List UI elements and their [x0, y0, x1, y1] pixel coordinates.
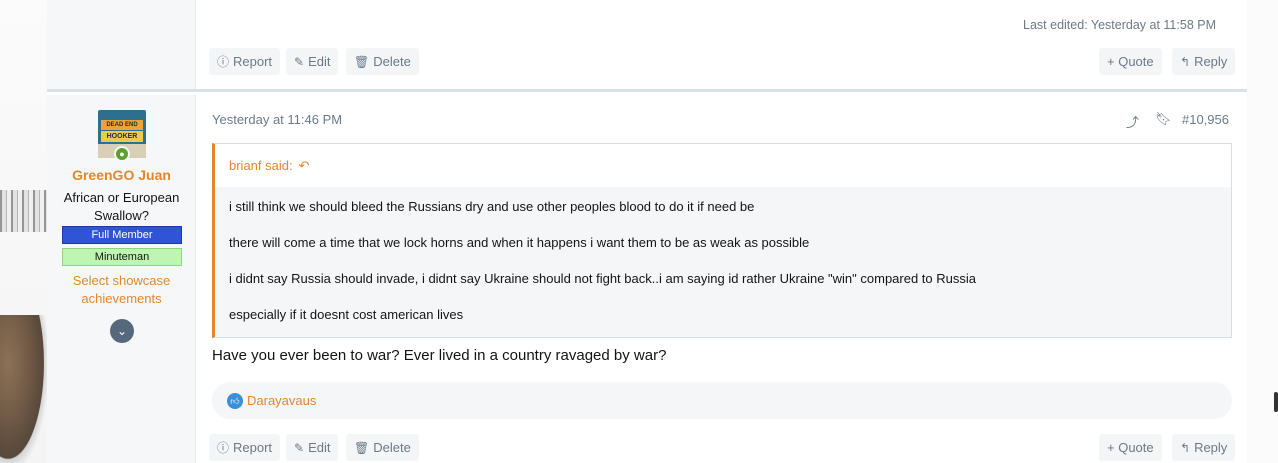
bookmark-icon[interactable]: 🔖︎ [1155, 111, 1172, 127]
previous-post: Last edited: Yesterday at 11:58 PM ⓘ Rep… [47, 0, 1247, 92]
report-button[interactable]: ⓘ Report [209, 434, 281, 461]
return-arrow-icon: ↶ [298, 157, 310, 173]
edit-icon: ✎ [294, 54, 305, 69]
quote-button[interactable]: + Quote [1099, 434, 1162, 461]
quote-author: brianf said: [229, 158, 293, 173]
reply-label: Reply [1194, 440, 1228, 455]
chevron-down-icon: ⌄ [116, 324, 128, 338]
reaction-users[interactable]: Darayavaus [247, 393, 316, 408]
report-icon: ⓘ [217, 441, 230, 455]
quote-body: i still think we should bleed the Russia… [215, 187, 1231, 324]
report-icon: ⓘ [217, 55, 230, 69]
quote-line: i still think we should bleed the Russia… [229, 199, 755, 214]
delete-label: Delete [373, 440, 411, 455]
quote-label: + Quote [1107, 54, 1154, 69]
edit-label: Edit [308, 54, 331, 69]
user-cell: DEAD END HOOKER ● GreenGO Juan African o… [47, 95, 196, 463]
quote-line: there will come a time that we lock horn… [229, 235, 810, 250]
last-edited-text: Last edited: Yesterday at 11:58 PM [1023, 18, 1216, 32]
edit-button[interactable]: ✎ Edit [286, 434, 339, 461]
online-status-icon: ● [114, 146, 130, 162]
scroll-edge-mark [1274, 392, 1278, 412]
trash-icon: 🗑 [354, 54, 370, 69]
user-title: African or European Swallow? [63, 190, 180, 223]
edit-icon: ✎ [294, 440, 305, 455]
showcase-achievements-link[interactable]: Select showcase achievements [57, 272, 186, 308]
quote-label: + Quote [1107, 440, 1154, 455]
background-trees [0, 190, 47, 232]
delete-label: Delete [373, 54, 411, 69]
post-timestamp[interactable]: Yesterday at 11:46 PM [212, 112, 342, 127]
share-icon[interactable]: ⤴ [1126, 112, 1139, 131]
trash-icon: 🗑 [354, 440, 370, 455]
post: DEAD END HOOKER ● GreenGO Juan African o… [47, 95, 1247, 463]
quote-block: brianf said: ↶ i still think we should b… [212, 143, 1232, 338]
background-brush [0, 315, 47, 463]
like-icon: 👍︎ [227, 392, 243, 409]
edit-label: Edit [308, 440, 331, 455]
reply-icon: ↰ [1180, 54, 1191, 69]
delete-button[interactable]: 🗑 Delete [346, 434, 419, 461]
post-body: Have you ever been to war? Ever lived in… [212, 347, 667, 364]
report-label: Report [233, 440, 273, 455]
reply-button[interactable]: ↰ Reply [1172, 48, 1236, 75]
reply-icon: ↰ [1180, 440, 1191, 455]
post-number-link[interactable]: #10,956 [1182, 112, 1229, 127]
report-label: Report [233, 54, 273, 69]
page-background-left [0, 0, 47, 463]
username[interactable]: GreenGO Juan [47, 167, 196, 183]
thread-container: Last edited: Yesterday at 11:58 PM ⓘ Rep… [47, 0, 1247, 463]
reactions-bar[interactable]: 👍︎ Darayavaus [212, 382, 1232, 419]
report-button[interactable]: ⓘ Report [209, 48, 281, 75]
quote-button[interactable]: + Quote [1099, 48, 1162, 75]
avatar-sign-top: DEAD END [101, 120, 143, 130]
banner-full-member: Full Member [62, 226, 182, 244]
reply-button[interactable]: ↰ Reply [1172, 434, 1236, 461]
edit-button[interactable]: ✎ Edit [286, 48, 339, 75]
quote-line: i didnt say Russia should invade, i didn… [229, 271, 976, 286]
reply-label: Reply [1194, 54, 1228, 69]
avatar-sign-bottom: HOOKER [101, 131, 143, 142]
delete-button[interactable]: 🗑 Delete [346, 48, 419, 75]
previous-post-user-cell [47, 0, 196, 89]
quote-header[interactable]: brianf said: ↶ [215, 144, 1231, 187]
page-background-right [1247, 0, 1278, 463]
quote-line: especially if it doesnt cost american li… [229, 307, 464, 322]
expand-user-button[interactable]: ⌄ [110, 319, 134, 343]
banner-minuteman: Minuteman [62, 248, 182, 266]
